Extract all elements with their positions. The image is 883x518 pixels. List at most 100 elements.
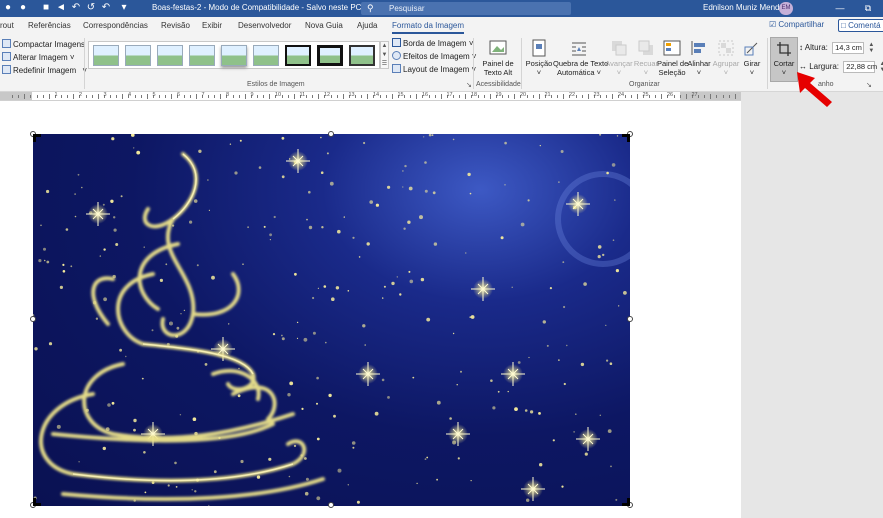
ruler-tick <box>428 95 430 98</box>
picture-style-thumbnail[interactable] <box>317 45 343 66</box>
sparkle-dot <box>143 451 146 454</box>
dialog-launcher-icon[interactable]: ↘ <box>466 81 472 89</box>
crop-handle[interactable] <box>33 498 41 506</box>
sparkle-dot <box>552 439 555 442</box>
picture-effects-button[interactable]: Efeitos de Imagem ˅ <box>392 51 477 63</box>
align-button[interactable]: Alinhar ˅ <box>686 39 712 77</box>
tab-help[interactable]: Ajuda <box>357 21 377 30</box>
sparkle-dot <box>402 186 404 188</box>
compress-pictures-button[interactable]: Compactar Imagens <box>2 39 85 51</box>
chevron-down-icon[interactable]: ▼ <box>381 51 388 60</box>
sparkle-dot <box>416 482 418 485</box>
tab-picture-format[interactable]: Formato da Imagem <box>392 21 465 34</box>
redo-icon[interactable]: ↺ <box>85 2 97 14</box>
send-backward-button[interactable]: Recuar ˅ <box>632 39 660 77</box>
sparkle-dot <box>597 245 602 249</box>
ruler-tick <box>532 95 534 98</box>
position-button[interactable]: Posição ˅ <box>524 39 554 77</box>
minimize-button[interactable]: — <box>832 2 848 15</box>
more-icon[interactable]: ☰ <box>381 60 388 69</box>
search-input[interactable]: Pesquisar <box>389 4 425 13</box>
document-title[interactable]: Boas-festas-2 - Modo de Compatibilidade … <box>152 3 368 12</box>
picture-style-thumbnail[interactable] <box>157 45 183 66</box>
sparkle-dot <box>524 409 528 412</box>
user-name[interactable]: Ednilson Muniz Mendes <box>703 3 788 12</box>
resize-handle[interactable] <box>30 316 36 322</box>
tab-references[interactable]: Referências <box>28 21 71 30</box>
christmas-picture[interactable] <box>33 134 630 506</box>
crop-button[interactable]: Cortar ˅ <box>770 37 798 82</box>
resize-handle[interactable] <box>328 502 334 508</box>
crop-handle[interactable] <box>622 134 630 142</box>
bring-forward-button[interactable]: Avançar ˅ <box>604 39 634 77</box>
picture-style-thumbnail[interactable] <box>125 45 151 66</box>
height-field[interactable]: 14,3 cm <box>832 42 865 54</box>
dropdown-icon: ˅ <box>536 68 542 77</box>
sparkle-dot <box>504 141 507 145</box>
sparkle-dot <box>607 429 612 433</box>
customize-toolbar-icon[interactable]: ▾ <box>118 2 130 14</box>
sparkle-dot <box>95 317 99 320</box>
sparkle-dot <box>281 136 285 140</box>
ruler-number: 1 <box>54 92 58 98</box>
gallery-scroll[interactable]: ▲ ▼ ☰ <box>380 41 389 69</box>
sparkle-dot <box>436 400 441 405</box>
horizontal-ruler[interactable]: 1 2 3 4 5 6 7 8 9 10 11 12 13 14 15 16 17 18 19 20 21 22 23 24 2… <box>0 92 741 101</box>
group-button[interactable]: Agrupar ˅ <box>711 39 741 77</box>
tab-developer[interactable]: Desenvolvedor <box>238 21 291 30</box>
picture-layout-button[interactable]: Layout de Imagem ˅ <box>392 64 476 76</box>
height-spinner-icon[interactable]: ▲ ▼ <box>868 42 874 54</box>
tree-icon[interactable]: ◄ <box>55 2 67 14</box>
autosave-toggle-icon[interactable]: ● <box>2 2 14 14</box>
selection-pane-button[interactable]: Painel de Seleção <box>657 39 688 77</box>
crop-handle[interactable] <box>33 134 41 142</box>
sparkle-dot <box>606 171 609 175</box>
alt-text-button[interactable]: Painel de Texto Alt <box>478 39 518 77</box>
chevron-up-icon[interactable]: ▲ <box>381 42 388 51</box>
picture-style-thumbnail[interactable] <box>285 45 311 66</box>
undo-icon[interactable]: ↶ <box>70 2 82 14</box>
tab-view[interactable]: Exibir <box>202 21 222 30</box>
group-icon <box>717 39 735 57</box>
resize-handle[interactable] <box>328 131 334 137</box>
avatar[interactable]: EM <box>779 2 793 15</box>
sparkle-dot <box>239 139 242 142</box>
tab-layout[interactable]: rout <box>0 21 14 30</box>
save-icon[interactable]: ■ <box>40 2 52 14</box>
sparkle-dot <box>111 137 115 141</box>
size-dialog-launcher-icon[interactable]: ↘ <box>866 81 872 89</box>
rotate-button[interactable]: Girar ˅ <box>740 39 764 77</box>
change-picture-button[interactable]: Alterar Imagem ˅ <box>2 52 75 64</box>
sparkle-dot <box>204 363 208 366</box>
ruler-number: 27 <box>691 92 698 98</box>
search-box[interactable]: ⚲ Pesquisar <box>361 2 571 15</box>
sparkle-dot <box>321 226 324 229</box>
comments-button[interactable]: □ Comentá <box>838 19 883 32</box>
picture-style-thumbnail[interactable] <box>221 45 247 66</box>
picture-style-thumbnail[interactable] <box>93 45 119 66</box>
picture-style-thumbnail[interactable] <box>253 45 279 66</box>
tab-new-tab[interactable]: Nova Guia <box>305 21 343 30</box>
crop-handle[interactable] <box>622 498 630 506</box>
reset-picture-button[interactable]: Redefinir Imagem ˅ <box>2 65 87 77</box>
sparkle-dot <box>81 186 83 189</box>
resize-handle[interactable] <box>627 316 633 322</box>
restore-button[interactable]: ⧉ <box>860 2 876 15</box>
width-spinner-icon[interactable]: ▲ ▼ <box>880 61 883 73</box>
wrap-text-button[interactable]: Quebra de Texto Automática ˅ <box>553 39 608 77</box>
height-row: ↕ Altura: 14,3 cm ▲ ▼ <box>799 42 874 54</box>
ruler-number: 26 <box>667 92 674 98</box>
sparkle-dot <box>333 414 336 418</box>
sparkle-dot <box>470 480 472 482</box>
picture-border-button[interactable]: Borda de Imagem ˅ <box>392 38 473 50</box>
sparkle-dot <box>369 200 374 204</box>
width-field[interactable]: 22,88 cm <box>843 61 877 73</box>
picture-style-thumbnail[interactable] <box>189 45 215 66</box>
sparkle-dot <box>469 192 472 195</box>
share-button[interactable]: ☑ Compartilhar <box>769 20 824 29</box>
picture-style-thumbnail[interactable] <box>349 45 375 66</box>
tab-mailings[interactable]: Correspondências <box>83 21 148 30</box>
tab-review[interactable]: Revisão <box>161 21 190 30</box>
ruler-tick <box>661 94 663 99</box>
dropdown-icon: ˅ <box>781 68 787 77</box>
